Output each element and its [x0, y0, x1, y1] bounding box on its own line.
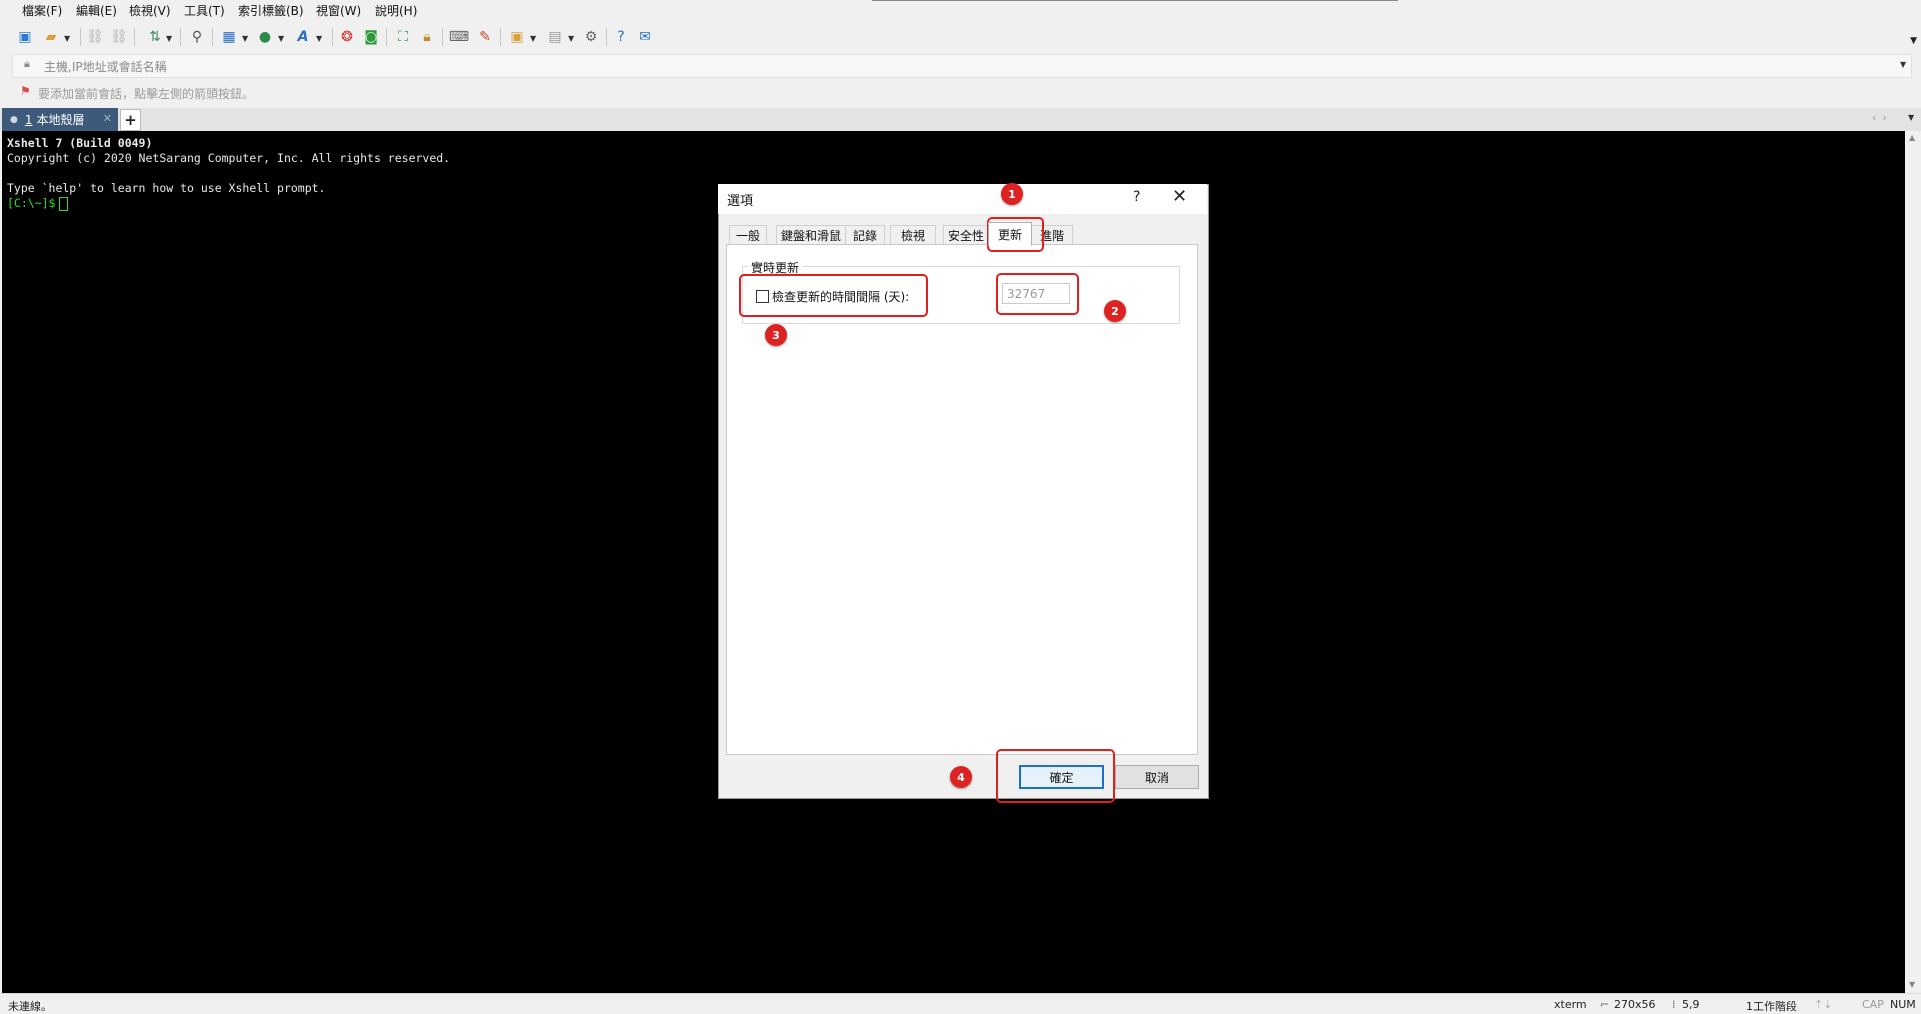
globe-dropdown-icon[interactable]: ▼ [278, 34, 284, 43]
caps-lock-indicator: CAP [1862, 998, 1884, 1011]
size-icon: ⌐ [1600, 998, 1610, 1011]
toolbar-separator [606, 28, 607, 46]
terminal-type: xterm [1554, 998, 1587, 1011]
font-dropdown-icon[interactable]: ▼ [316, 34, 322, 43]
menu-tools[interactable]: 工具(T) [184, 2, 225, 19]
tab-scroll-icon[interactable]: ‹› [1872, 111, 1893, 124]
address-input[interactable]: 主機,IP地址或會話名稱 [44, 58, 167, 75]
xftp-icon[interactable]: ❂ [338, 28, 356, 46]
annotation-badge: 2 [1104, 300, 1126, 322]
globe-icon[interactable]: ● [256, 28, 274, 46]
tab-local-shell[interactable]: ● 1 本地殼層 ✕ [2, 108, 118, 131]
toolbar-separator [212, 28, 213, 46]
address-lock-icon: 🔒︎ [24, 57, 30, 70]
annotation-highlight-checkbox [739, 274, 928, 317]
toolbar-separator [180, 28, 181, 46]
num-lock-indicator: NUM [1890, 998, 1916, 1011]
session-count: 1工作階段 [1746, 1000, 1797, 1013]
fullscreen-icon[interactable]: ⛶ [394, 28, 412, 46]
terminal-line: Xshell 7 (Build 0049) [7, 136, 153, 150]
help-icon[interactable]: ? [612, 28, 630, 46]
tab-keyboard-mouse[interactable]: 鍵盤和滑鼠 [776, 225, 846, 245]
terminal-size: 270x56 [1614, 998, 1656, 1011]
annotation-badge: 3 [765, 324, 787, 346]
menu-file[interactable]: 檔案(F) [22, 2, 62, 19]
tab-security[interactable]: 安全性 [943, 225, 989, 245]
annotation-highlight-ok-button [996, 749, 1115, 803]
menu-bar: 檔案(F) 編輯(E) 檢視(V) 工具(T) 索引標籤(B) 視窗(W) 說明… [0, 0, 1921, 20]
add-session-arrow-icon[interactable]: ⚑ [20, 84, 31, 98]
terminal-line: Type `help' to learn how to use Xshell p… [7, 181, 326, 195]
menu-tabs[interactable]: 索引標籤(B) [238, 2, 304, 19]
layout-dropdown-icon[interactable]: ▼ [568, 34, 574, 43]
terminal-line: Copyright (c) 2020 NetSarang Computer, I… [7, 151, 451, 165]
properties-dropdown-icon[interactable]: ▼ [242, 34, 248, 43]
transfer-status-icon: ⇡⇣ [1814, 998, 1833, 1011]
menu-help[interactable]: 說明(H) [375, 2, 417, 19]
layout-icon[interactable]: ▤ [546, 28, 564, 46]
reconnect-icon[interactable]: ⛓ [86, 28, 104, 46]
annotation-badge: 1 [1001, 183, 1023, 205]
dialog-title: 選項 [727, 194, 754, 209]
toolbar-separator [134, 28, 135, 46]
annotation-highlight-interval-field [996, 273, 1079, 315]
scroll-down-icon[interactable]: ▼ [1909, 980, 1915, 989]
toolbar-separator [386, 28, 387, 46]
tab-label: 本地殼層 [36, 113, 85, 127]
properties-icon[interactable]: ▦ [220, 28, 238, 46]
font-icon[interactable]: A [294, 28, 312, 46]
annotation-badge: 4 [950, 766, 972, 788]
menu-window[interactable]: 視窗(W) [316, 2, 361, 19]
transfer-icon[interactable]: ⇅ [146, 28, 164, 46]
new-session-icon[interactable]: ▣ [16, 28, 34, 46]
toolbar-separator [442, 28, 443, 46]
toolbar-separator [500, 28, 501, 46]
terminal-prompt: [C:\~]$ [7, 196, 56, 210]
lock-icon[interactable]: 🔒︎ [418, 28, 436, 46]
dialog-help-button[interactable]: ? [1133, 189, 1140, 205]
vertical-scrollbar[interactable] [1905, 131, 1921, 993]
tab-close-icon[interactable]: ✕ [103, 112, 112, 125]
address-dropdown-icon[interactable]: ▼ [1900, 60, 1906, 69]
menu-view[interactable]: 檢視(V) [129, 2, 171, 19]
terminal-cursor [59, 196, 69, 211]
scroll-up-icon[interactable]: ▲ [1909, 133, 1915, 142]
connection-status: 未連線。 [8, 1000, 52, 1013]
tab-bar [0, 108, 1921, 131]
highlight-icon[interactable]: ✎ [476, 28, 494, 46]
screenshot-icon[interactable]: ◙ [362, 28, 380, 46]
cursor-position-icon: ⁞ [1672, 998, 1676, 1011]
tab-status-icon: ● [10, 114, 18, 125]
transfer-dropdown-icon[interactable]: ▼ [166, 34, 172, 43]
tab-view[interactable]: 檢視 [890, 225, 936, 245]
script-dropdown-icon[interactable]: ▼ [530, 34, 536, 43]
toolbar [0, 22, 1921, 52]
tab-number: 1 [24, 112, 33, 127]
title-divider [872, 0, 1398, 1]
script-icon[interactable]: ▣ [508, 28, 526, 46]
cancel-button[interactable]: 取消 [1115, 765, 1199, 789]
menu-edit[interactable]: 編輯(E) [76, 2, 117, 19]
find-icon[interactable]: ⚲ [188, 28, 206, 46]
tab-general[interactable]: 一般 [729, 225, 767, 245]
hint-text: 要添加當前會話，點擊左側的箭頭按鈕。 [38, 87, 255, 101]
new-tab-button[interactable]: + [120, 109, 141, 131]
open-dropdown-icon[interactable]: ▼ [64, 34, 70, 43]
open-folder-icon[interactable]: ▰ [42, 28, 60, 46]
terminal-prompt-line: [C:\~]$ [7, 196, 69, 211]
tab-logging[interactable]: 記錄 [845, 225, 885, 245]
dialog-close-icon[interactable]: ✕ [1172, 186, 1187, 207]
tab-list-dropdown-icon[interactable]: ▼ [1908, 113, 1914, 122]
toolbar-separator [80, 28, 81, 46]
disconnect-icon[interactable]: ⛓ [110, 28, 128, 46]
keyboard-icon[interactable]: ⌨ [449, 28, 469, 46]
tab-update[interactable]: 更新 [988, 222, 1032, 246]
toolbar-separator [332, 28, 333, 46]
cursor-position: 5,9 [1682, 998, 1700, 1011]
address-bar[interactable] [12, 54, 1912, 78]
settings-icon[interactable]: ⚙ [582, 28, 600, 46]
chat-icon[interactable]: ✉ [636, 28, 654, 46]
